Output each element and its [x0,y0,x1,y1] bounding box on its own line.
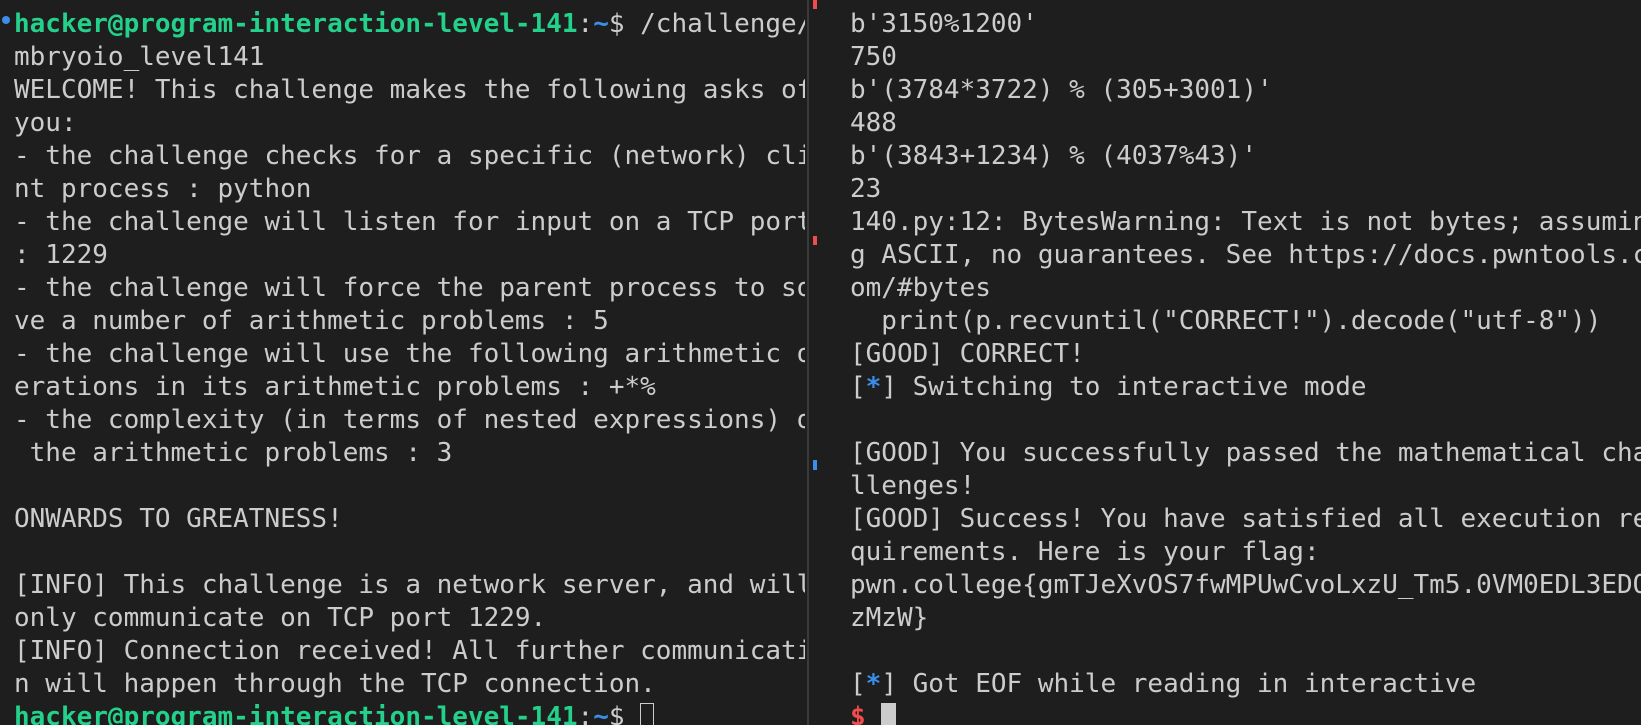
command-status-dot-icon [2,16,10,24]
star-icon: * [865,669,882,699]
scrollbar-marker-red [813,236,817,245]
output-line: 23 [850,174,882,204]
terminal-pane-right[interactable]: b'3150%1200' 750 b'(3784*3722) % (305+30… [822,0,1641,725]
output-line: 140.py:12: BytesWarning: Text is not byt… [850,207,1641,237]
output-line: ve a number of arithmetic problems : 5 [14,306,609,336]
output-line: you: [14,108,77,138]
terminal-cursor [881,703,897,725]
scrollbar-marker-blue [813,460,817,470]
prompt-line[interactable]: hacker@program-interaction-level-141:~$ [14,701,805,725]
output-line: b'(3843+1234) % (4037%43)' [850,141,1257,171]
output-line: 750 [850,42,897,72]
flag-line: pwn.college{gmTJeXvOS7fwMPUwCvoLxzU_Tm5.… [850,570,1641,600]
scrollbar-marker-red [813,0,817,9]
output-line: - the challenge will use the following a… [14,339,805,369]
output-line: - the challenge checks for a specific (n… [14,141,805,171]
output-line: b'3150%1200' [850,9,1038,39]
output-line: print(p.recvuntil("CORRECT!").decode("ut… [850,306,1602,336]
terminal-output-right: b'3150%1200' 750 b'(3784*3722) % (305+30… [850,8,1641,725]
output-line: nt process : python [14,174,312,204]
output-line: [INFO] This challenge is a network serve… [14,570,805,600]
terminal-pane-left[interactable]: hacker@program-interaction-level-141:~$ … [0,0,805,725]
output-line: - the complexity (in terms of nested exp… [14,405,805,435]
prompt-line[interactable]: $ [850,701,1641,725]
output-line: - the challenge will force the parent pr… [14,273,805,303]
output-line: quirements. Here is your flag: [850,537,1320,567]
output-line: [GOOD] Success! You have satisfied all e… [850,504,1641,534]
output-line: mbryoio_level141 [14,42,265,72]
scrollbar[interactable] [809,0,821,725]
terminal-output-left: hacker@program-interaction-level-141:~$ … [14,8,805,725]
output-line: g ASCII, no guarantees. See https://docs… [850,240,1641,270]
terminal-cursor [640,703,655,725]
output-line: llenges! [850,471,976,501]
flag-line: zMzW} [850,603,929,633]
command-line: hacker@program-interaction-level-141:~$ … [14,9,805,39]
output-line: the arithmetic problems : 3 [14,438,453,468]
output-line: WELCOME! This challenge makes the follow… [14,75,805,105]
status-line: [*] Switching to interactive mode [850,372,1367,402]
output-line: 488 [850,108,897,138]
output-line: n will happen through the TCP connection… [14,669,656,699]
output-line: [INFO] Connection received! All further … [14,636,805,666]
status-line: [*] Got EOF while reading in interactive [850,669,1477,699]
output-line: - the challenge will listen for input on… [14,207,805,237]
output-line: erations in its arithmetic problems : +*… [14,372,656,402]
output-line: om/#bytes [850,273,991,303]
output-line: ONWARDS TO GREATNESS! [14,504,343,534]
output-line: [GOOD] You successfully passed the mathe… [850,438,1641,468]
output-line: : 1229 [14,240,108,270]
star-icon: * [865,372,882,402]
output-line: b'(3784*3722) % (305+3001)' [850,75,1273,105]
output-line: only communicate on TCP port 1229. [14,603,547,633]
output-line: [GOOD] CORRECT! [850,339,1085,369]
